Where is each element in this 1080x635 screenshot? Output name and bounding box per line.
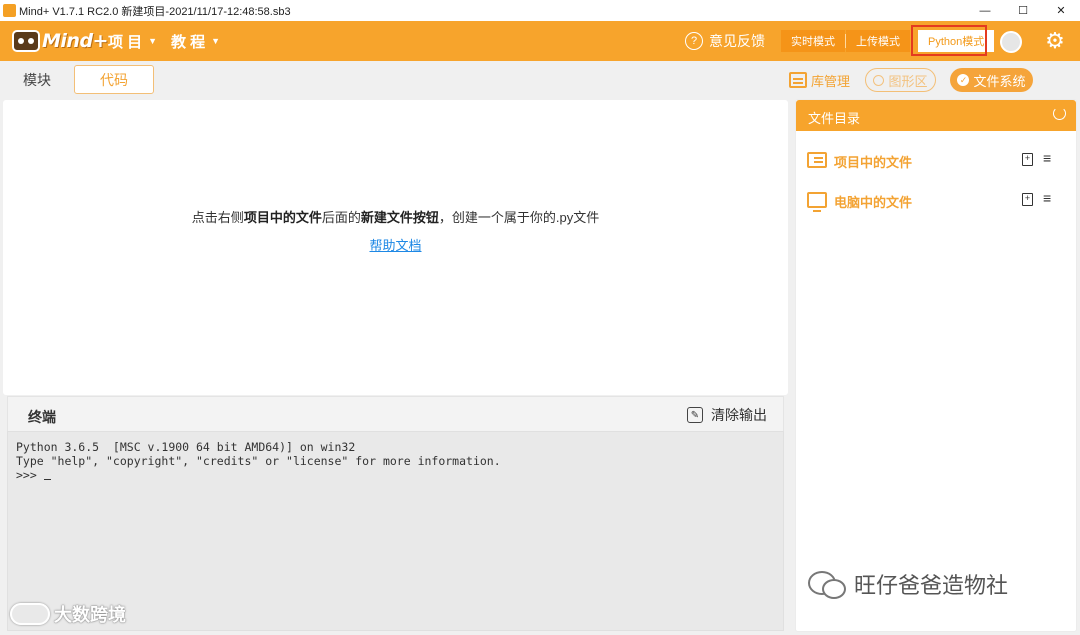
watermark-logo-icon [10, 603, 50, 625]
file-list-icon [807, 152, 827, 168]
terminal-line: Type "help", "copyright", "credits" or "… [16, 454, 501, 468]
wechat-watermark-text: 旺仔爸爸造物社 [854, 573, 1009, 598]
file-directory-title: 文件目录 [808, 111, 861, 126]
robot-logo-icon [12, 30, 40, 52]
caret-down-icon: ▼ [211, 36, 221, 46]
project-files-row[interactable]: 项目中的文件 + ≡ [796, 148, 1076, 172]
hint-text-1: 点击右侧 [191, 210, 244, 225]
terminal-prompt-line[interactable]: >>> [16, 468, 775, 482]
computer-files-label: 电脑中的文件 [834, 195, 913, 210]
menu-tutorial[interactable]: 教 程 ▼ [171, 21, 220, 61]
hint-bold-project-files: 项目中的文件 [243, 210, 322, 225]
bigdata-watermark-text: 大数跨境 [54, 605, 126, 625]
window-controls: — ☐ ✕ [966, 0, 1080, 21]
user-avatar[interactable] [1000, 31, 1022, 53]
computer-files-row[interactable]: 电脑中的文件 + ≡ [796, 188, 1076, 212]
feedback-label: 意见反馈 [709, 33, 765, 49]
code-editor-area[interactable]: 点击右侧项目中的文件后面的新建文件按钮，创建一个属于你的.py文件 帮助文档 [3, 100, 788, 395]
realtime-mode-button[interactable]: 实时模式 [781, 30, 845, 52]
terminal-header: 终端 ✎ 清除输出 [7, 396, 784, 431]
caret-down-icon: ▼ [148, 36, 158, 46]
library-manager-button[interactable]: 库管理 [789, 68, 850, 92]
refresh-icon[interactable] [1053, 107, 1066, 120]
terminal-title: 终端 [28, 409, 56, 425]
help-circle-icon: ? [685, 32, 703, 50]
logo-text: Mind+ [42, 30, 108, 52]
hint-text-3: ，创建一个属于你的.py文件 [438, 210, 600, 225]
minimize-button[interactable]: — [966, 0, 1004, 21]
wechat-watermark: 旺仔爸爸造物社 [808, 568, 1008, 600]
close-button[interactable]: ✕ [1042, 0, 1080, 21]
file-directory-panel: 文件目录 项目中的文件 + ≡ 电脑中的文件 + ≡ [795, 99, 1077, 632]
menu-icon[interactable]: ≡ [1043, 190, 1051, 206]
radio-off-icon [873, 74, 885, 86]
file-system-label: 文件系统 [973, 73, 1026, 89]
menu-project-label: 项 目 [108, 33, 143, 51]
project-files-label: 项目中的文件 [834, 155, 913, 170]
new-file-icon[interactable]: + [1022, 193, 1033, 206]
library-manager-label: 库管理 [811, 73, 851, 89]
bigdata-watermark: 大数跨境 [10, 601, 126, 627]
new-file-icon[interactable]: + [1022, 153, 1033, 166]
clear-output-label: 清除输出 [711, 407, 767, 423]
menu-tutorial-label: 教 程 [171, 33, 206, 51]
maximize-button[interactable]: ☐ [1004, 0, 1042, 21]
broom-icon: ✎ [687, 407, 703, 423]
graphics-area-toggle[interactable]: 图形区 [865, 68, 936, 92]
graphics-area-label: 图形区 [888, 73, 928, 89]
window-title: Mind+ V1.7.1 RC2.0 新建项目-2021/11/17-12:48… [19, 5, 291, 18]
menu-icon[interactable]: ≡ [1043, 150, 1051, 166]
feedback-button[interactable]: ? 意见反馈 [685, 21, 765, 61]
library-icon [789, 72, 807, 88]
python-mode-highlight [911, 25, 987, 56]
hint-text-2: 后面的 [321, 210, 361, 225]
terminal-line: Python 3.6.5 [MSC v.1900 64 bit AMD64)] … [16, 440, 356, 454]
upload-mode-button[interactable]: 上传模式 [846, 30, 910, 52]
empty-editor-hint: 点击右侧项目中的文件后面的新建文件按钮，创建一个属于你的.py文件 [3, 207, 788, 226]
hint-bold-new-file-button: 新建文件按钮 [360, 210, 439, 225]
computer-icon [807, 192, 827, 212]
gear-icon[interactable]: ⚙ [1043, 29, 1067, 53]
window-titlebar: Mind+ V1.7.1 RC2.0 新建项目-2021/11/17-12:48… [0, 0, 1080, 21]
file-directory-header: 文件目录 [796, 100, 1076, 131]
app-icon [3, 4, 16, 17]
terminal-prompt: >>> [16, 468, 44, 482]
terminal-cursor [43, 469, 51, 480]
help-doc-row: 帮助文档 [3, 235, 788, 254]
help-doc-link[interactable]: 帮助文档 [369, 238, 421, 253]
wechat-icon [808, 571, 846, 599]
mindplus-logo: Mind+ [12, 28, 108, 54]
clear-output-button[interactable]: ✎ 清除输出 [687, 405, 767, 425]
menu-project[interactable]: 项 目 ▼ [108, 21, 157, 61]
file-system-toggle[interactable]: ✓ 文件系统 [950, 68, 1033, 92]
check-circle-icon: ✓ [957, 74, 970, 86]
tab-code[interactable]: 代码 [74, 65, 154, 94]
tab-blocks[interactable]: 模块 [0, 65, 74, 94]
